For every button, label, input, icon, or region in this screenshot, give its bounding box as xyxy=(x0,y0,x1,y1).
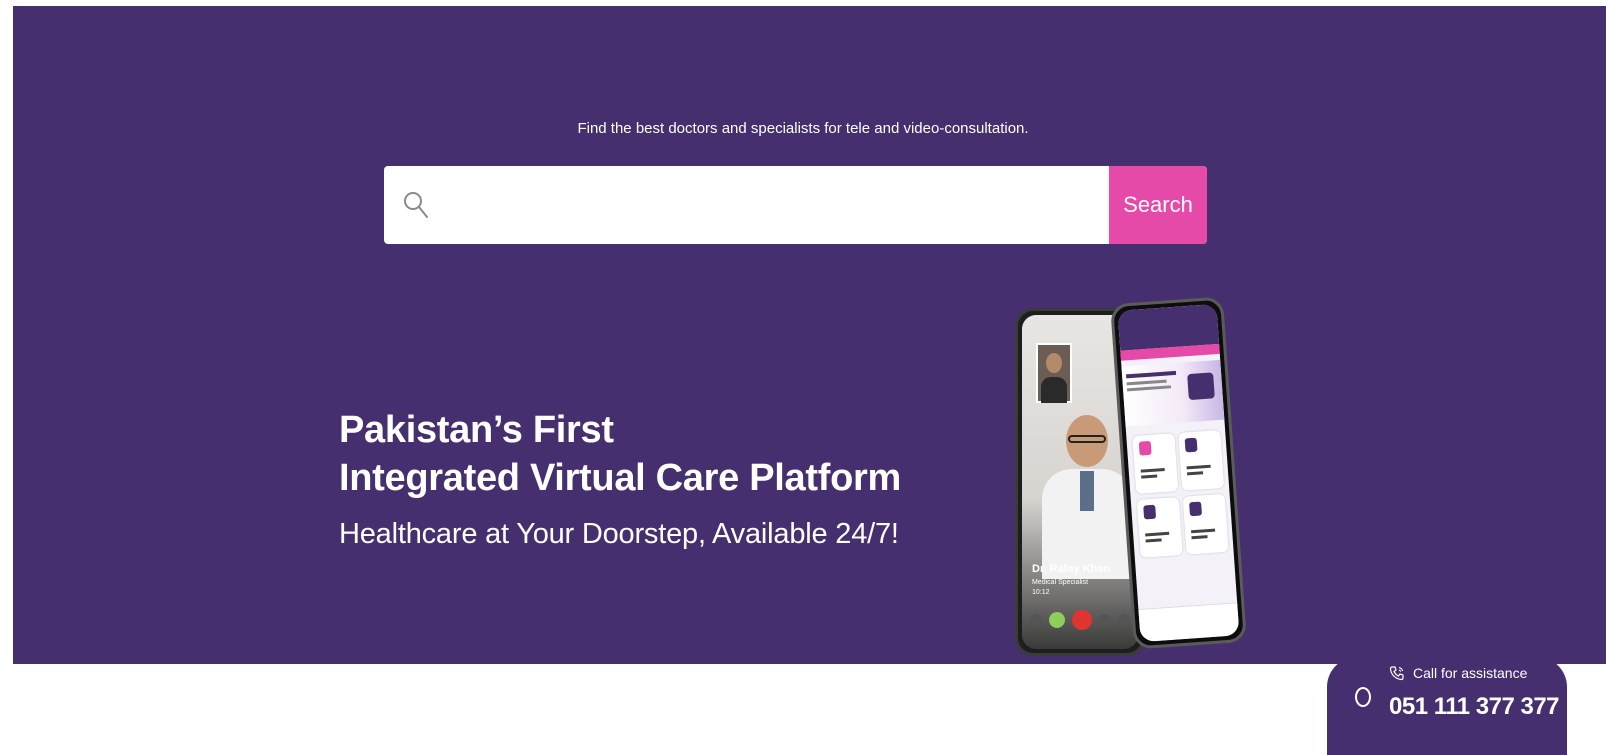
assistance-phone-number[interactable]: 051 111 377 377 xyxy=(1389,693,1560,721)
app-bottom-nav xyxy=(1138,602,1240,643)
app-tile xyxy=(1136,497,1183,558)
status-ring-icon xyxy=(1355,687,1371,707)
app-tile xyxy=(1132,433,1179,494)
hero-banner: Find the best doctors and specialists fo… xyxy=(13,6,1606,664)
more-icon xyxy=(1030,614,1042,626)
search-input[interactable] xyxy=(446,166,1080,244)
headline-subtitle: Healthcare at Your Doorstep, Available 2… xyxy=(339,518,899,550)
assistance-label: Call for assistance xyxy=(1413,665,1528,681)
doctor-role: Medical Specialist xyxy=(1032,579,1089,586)
app-header xyxy=(1117,303,1220,351)
search-button[interactable]: Search xyxy=(1109,166,1207,244)
house-icon xyxy=(1187,372,1215,401)
phone-icon xyxy=(1389,666,1404,681)
hero-tagline: Find the best doctors and specialists fo… xyxy=(577,120,1029,137)
headline-line-1: Pakistan’s First xyxy=(339,409,614,451)
mic-icon xyxy=(1118,614,1130,626)
call-timer: 10:12 xyxy=(1032,589,1050,596)
caller-thumbnail xyxy=(1036,343,1072,403)
headline-line-2: Integrated Virtual Care Platform xyxy=(339,457,901,499)
call-assistance-widget[interactable]: Call for assistance 051 111 377 377 xyxy=(1327,657,1567,755)
end-call-icon xyxy=(1072,610,1092,630)
doctor-name: Dr. Rafay Khan xyxy=(1032,563,1111,575)
hero-headline: Pakistan’s First Integrated Virtual Care… xyxy=(339,406,901,552)
app-banner-image xyxy=(1121,359,1225,427)
call-controls xyxy=(1030,607,1130,633)
search-bar: Search xyxy=(384,166,1207,244)
camera-icon xyxy=(1099,614,1111,626)
app-phone-image xyxy=(1110,296,1247,650)
app-tile xyxy=(1178,429,1225,491)
mute-icon xyxy=(1049,612,1065,628)
app-tile xyxy=(1182,493,1229,555)
search-icon xyxy=(404,192,428,218)
app-screen xyxy=(1117,303,1240,643)
